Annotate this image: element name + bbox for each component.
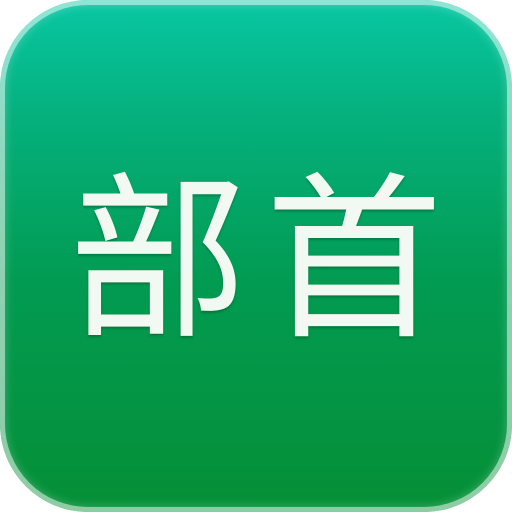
app-icon[interactable]: 部 首 bbox=[0, 0, 512, 512]
character-shou: 首 bbox=[265, 157, 443, 364]
character-bu: 部 bbox=[69, 157, 247, 364]
icon-label: 部 首 bbox=[0, 0, 512, 512]
